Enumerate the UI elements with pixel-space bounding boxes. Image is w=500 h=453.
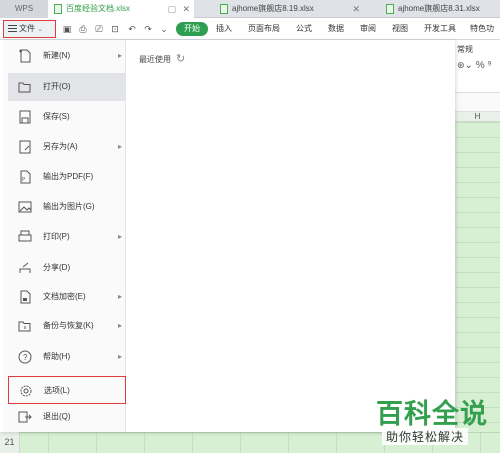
export-icon[interactable]: ⎙ [77,22,89,36]
watermark: 百科全说 助你轻松解决 [372,392,490,448]
gear-icon [18,383,34,399]
menu-item-label: 保存(S) [43,112,70,121]
chevron-right-icon: ▸ [117,352,122,361]
chevron-down-icon: ⌄ [37,26,44,33]
tab-view[interactable]: 视图 [392,22,408,36]
file-menu-button[interactable]: 文件 ⌄ [3,20,56,38]
tab-page-layout[interactable]: 页面布局 [248,22,280,36]
help-icon: ? [17,349,33,365]
tab-label: 百度经验文档.xlsx [66,4,130,13]
svg-text:?: ? [23,353,28,362]
menu-item-share[interactable]: 分享(D) [8,254,126,282]
image-export-icon [17,199,33,215]
menu-item-print[interactable]: 打印(P) ▸ [8,223,126,251]
menu-item-exit[interactable]: 退出(Q) [8,403,126,431]
file-menu-label: 文件 [19,24,35,33]
tab-review[interactable]: 审阅 [360,22,376,36]
menu-item-backup[interactable]: 备份与恢复(K) ▸ [8,312,126,340]
tab-label: ajhome旗舰店8.31.xlsx [398,4,480,13]
save-icon [17,109,33,125]
save-icon[interactable]: ▣ [61,22,73,36]
menu-item-label: 打印(P) [43,232,70,241]
menu-item-new[interactable]: 新建(N) ▸ [8,42,126,70]
new-file-icon [17,48,33,64]
chevron-right-icon: ▸ [117,292,122,301]
watermark-title: 百科全说 [376,399,488,430]
folder-open-icon [17,79,33,95]
ribbon-menu-bar: 文件 ⌄ ▣ ⎙ ⎚ ⊡ ↶ ↷ ⌄ 开始 插入 页面布局 公式 数据 审阅 视… [0,18,500,40]
tab-formulas[interactable]: 公式 [296,22,312,36]
menu-item-export-pdf[interactable]: P 输出为PDF(F) [8,163,126,191]
tab-data[interactable]: 数据 [328,22,344,36]
menu-icon [8,23,17,34]
menu-item-label: 帮助(H) [43,352,71,361]
chevron-right-icon: ▸ [117,51,122,60]
wps-logo[interactable]: WPS [0,0,48,18]
spreadsheet-icon [386,4,394,14]
menu-item-label: 备份与恢复(K) [43,321,94,330]
tab-label: ajhome旗舰店8.19.xlsx [232,4,314,13]
menu-item-help[interactable]: ? 帮助(H) ▸ [8,343,126,371]
menu-item-label: 另存为(A) [43,142,78,151]
menu-item-save[interactable]: 保存(S) [8,103,126,131]
share-icon [17,260,33,276]
spreadsheet-icon [54,4,62,14]
recent-files-heading: 最近使用 [139,55,171,64]
svg-text:P: P [22,177,26,183]
pin-icon[interactable]: ▢ [167,0,176,18]
menu-item-label: 打开(O) [43,82,71,91]
exit-icon [17,409,33,425]
undo-icon[interactable]: ↶ [126,22,138,36]
tab-ajhome-819[interactable]: ajhome旗舰店8.19.xlsx ✕ [214,0,364,18]
menu-item-label: 输出为PDF(F) [43,172,94,181]
tab-developer[interactable]: 开发工具 [424,22,456,36]
format-buttons[interactable]: ⊛⌄ % ⁹ [457,60,492,71]
save-as-icon [17,139,33,155]
pdf-export-icon: P [17,169,33,185]
menu-item-encrypt[interactable]: 文档加密(E) ▸ [8,283,126,311]
print-icon[interactable]: ⎚ [93,22,105,36]
menu-item-label: 新建(N) [43,51,71,60]
tab-ajhome-831[interactable]: ajhome旗舰店8.31.xlsx [380,0,500,18]
menu-item-label: 选项(L) [44,386,70,395]
menu-item-label: 输出为图片(G) [43,202,95,211]
menu-item-label: 退出(Q) [43,412,71,421]
chevron-right-icon: ▸ [117,142,122,151]
menu-item-options[interactable]: 选项(L) [8,376,126,404]
title-tab-bar: WPS 百度经验文档.xlsx ▢ ✕ ajhome旗舰店8.19.xlsx ✕… [0,0,500,18]
number-format-select[interactable]: 常规 [457,44,473,55]
chevron-right-icon: ▸ [117,321,122,330]
menu-item-save-as[interactable]: 另存为(A) ▸ [8,133,126,161]
chevron-down-icon[interactable]: ⌄ [158,22,170,36]
file-menu-panel: 新建(N) ▸ 打开(O) 保存(S) 另存为(A) ▸ P 输出为PDF(F)… [0,40,455,432]
formula-bar[interactable] [455,92,500,112]
chevron-right-icon: ▸ [117,232,122,241]
menu-item-label: 文档加密(E) [43,292,86,301]
redo-icon[interactable]: ↷ [142,22,154,36]
spreadsheet-icon [220,4,228,14]
column-header[interactable]: H [455,112,500,122]
row-header[interactable]: 21 [0,432,20,453]
lock-icon [17,289,33,305]
tab-insert[interactable]: 插入 [216,22,232,36]
close-icon[interactable]: ✕ [182,0,190,18]
tab-baidu-doc[interactable]: 百度经验文档.xlsx ▢ ✕ [48,0,194,18]
currency-icon[interactable]: ⊛ [457,60,465,70]
menu-item-export-image[interactable]: 输出为图片(G) [8,193,126,221]
watermark-subtitle: 助你轻松解决 [382,428,469,445]
preview-icon[interactable]: ⊡ [109,22,121,36]
tab-special-features[interactable]: 特色功 [470,22,494,36]
format-symbols: % ⁹ [475,60,492,71]
refresh-icon[interactable]: ↻ [176,52,185,65]
print-icon [17,229,33,245]
menu-item-open[interactable]: 打开(O) [8,73,126,101]
backup-icon [17,318,33,334]
close-icon[interactable]: ✕ [352,0,360,18]
file-menu-list: 新建(N) ▸ 打开(O) 保存(S) 另存为(A) ▸ P 输出为PDF(F)… [3,40,126,432]
tab-start[interactable]: 开始 [176,22,208,36]
menu-item-label: 分享(D) [43,263,71,272]
